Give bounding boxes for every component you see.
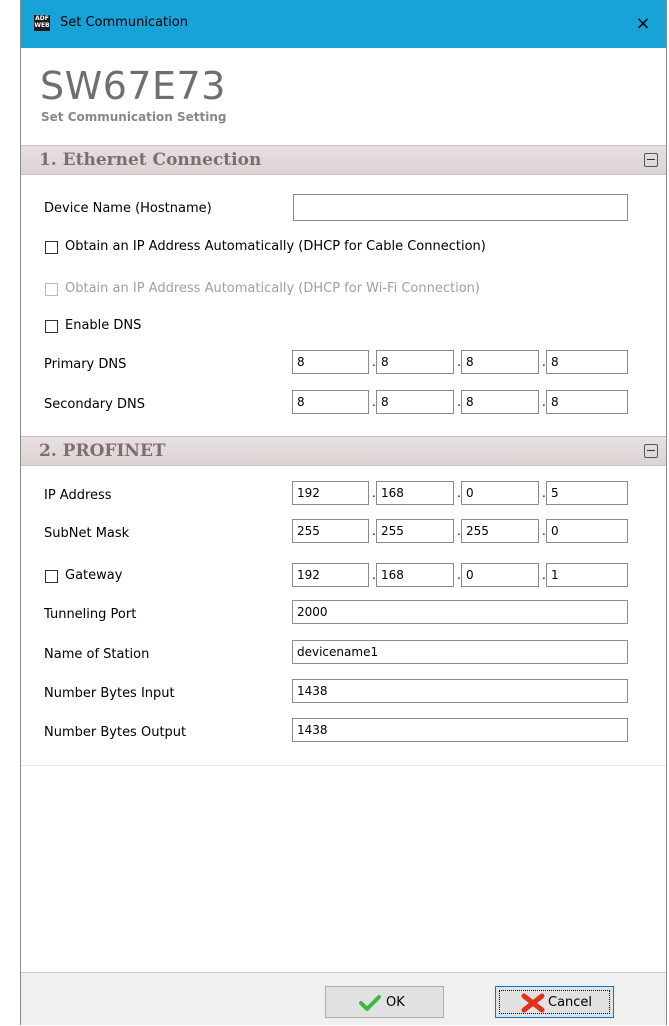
primary-dns-octet-2[interactable] [376,350,454,374]
subnet-octet-4[interactable] [546,519,628,543]
collapse-icon[interactable] [644,153,658,167]
primary-dns-octet-1[interactable] [292,350,369,374]
collapse-icon[interactable] [644,444,658,458]
dhcp-wifi-checkbox [45,283,58,296]
bytes-input-label: Number Bytes Input [44,686,175,701]
station-name-label: Name of Station [44,647,150,662]
cross-icon [521,993,545,1013]
title-bar: ADF WEB Set Communication × [21,0,666,48]
subnet-mask-label: SubNet Mask [44,526,130,541]
primary-dns-octet-4[interactable] [546,350,628,374]
primary-dns-octet-3[interactable] [461,350,539,374]
cancel-button[interactable]: Cancel [495,986,614,1018]
gateway-octet-4[interactable] [546,563,628,587]
product-code: SW67E73 [40,64,226,108]
dhcp-wifi-label: Obtain an IP Address Automatically (DHCP… [65,281,480,296]
close-icon: × [635,13,651,34]
dhcp-cable-label: Obtain an IP Address Automatically (DHCP… [65,239,486,254]
set-communication-window: ADF WEB Set Communication × SW67E73 Set … [20,0,667,1025]
bytes-output-field[interactable] [292,718,628,742]
page-subtitle: Set Communication Setting [41,110,227,124]
section-ethernet-title: 1. Ethernet Connection [39,150,262,170]
window-title: Set Communication [60,15,188,30]
primary-dns-label: Primary DNS [44,357,127,372]
gateway-octet-3[interactable] [461,563,539,587]
check-icon [359,995,381,1011]
gateway-octet-1[interactable] [292,563,369,587]
secondary-dns-octet-3[interactable] [461,390,539,414]
close-button[interactable]: × [620,0,666,48]
secondary-dns-octet-4[interactable] [546,390,628,414]
secondary-dns-octet-2[interactable] [376,390,454,414]
subnet-octet-3[interactable] [461,519,539,543]
section-profinet-header[interactable]: 2. PROFINET [21,436,666,466]
device-name-field[interactable] [293,194,628,221]
station-name-field[interactable] [292,640,628,664]
ok-label: OK [386,995,405,1010]
ip-octet-1[interactable] [292,481,369,505]
content-divider [21,765,666,766]
section-ethernet-header[interactable]: 1. Ethernet Connection [21,145,666,175]
enable-dns-label: Enable DNS [65,318,142,333]
subnet-octet-2[interactable] [376,519,454,543]
ip-address-label: IP Address [44,488,112,503]
ip-octet-2[interactable] [376,481,454,505]
ip-octet-4[interactable] [546,481,628,505]
secondary-dns-label: Secondary DNS [44,397,145,412]
ip-octet-3[interactable] [461,481,539,505]
bytes-input-field[interactable] [292,679,628,703]
ok-button[interactable]: OK [325,986,444,1018]
bytes-output-label: Number Bytes Output [44,725,187,740]
dhcp-cable-checkbox[interactable] [45,241,58,254]
device-name-label: Device Name (Hostname) [44,201,212,216]
page-header: SW67E73 Set Communication Setting [21,48,666,145]
gateway-label: Gateway [65,568,123,583]
tunneling-port-label: Tunneling Port [44,607,137,622]
section-profinet-title: 2. PROFINET [39,441,166,461]
gateway-checkbox[interactable] [45,570,58,583]
dialog-footer: OK Cancel [21,973,666,1025]
subnet-octet-1[interactable] [292,519,369,543]
secondary-dns-octet-1[interactable] [292,390,369,414]
gateway-octet-2[interactable] [376,563,454,587]
tunneling-port-field[interactable] [292,600,628,624]
app-icon: ADF WEB [34,15,50,31]
cancel-label: Cancel [548,995,593,1010]
enable-dns-checkbox[interactable] [45,320,58,333]
